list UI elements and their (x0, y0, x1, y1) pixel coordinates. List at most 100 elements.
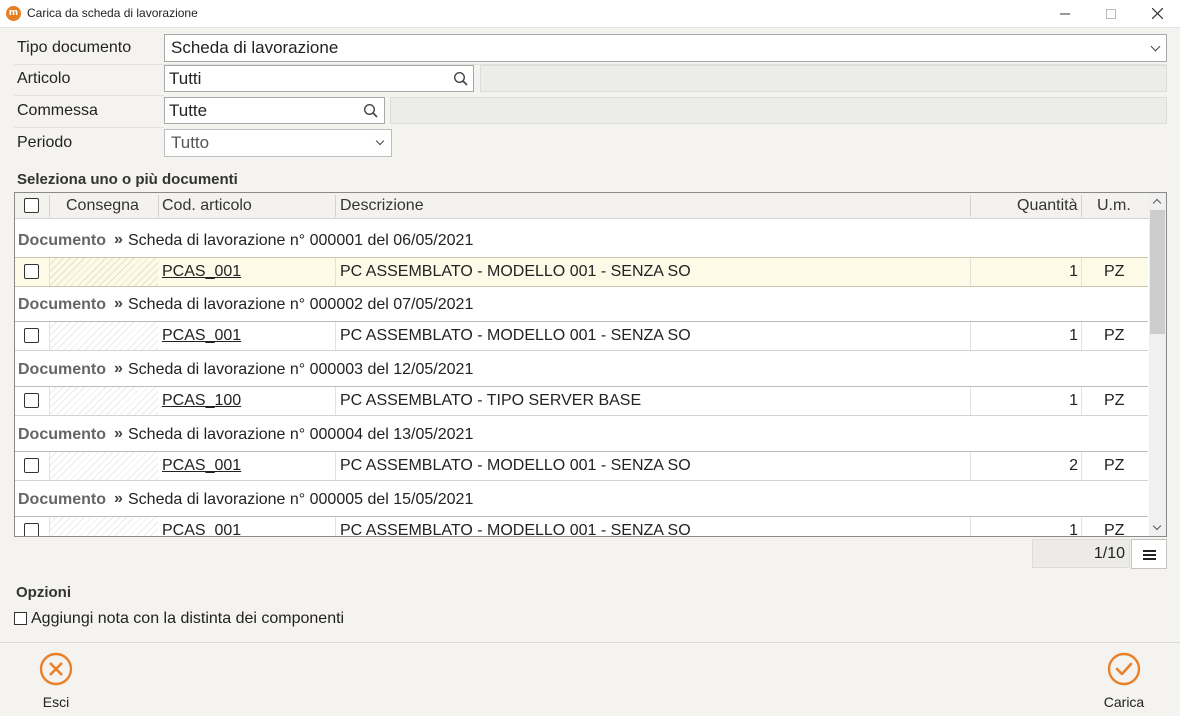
row-checkbox[interactable] (24, 393, 39, 408)
esci-button[interactable]: Esci (37, 652, 75, 710)
description-cell: PC ASSEMBLATO - MODELLO 001 - SENZA SO (340, 457, 691, 474)
divider (14, 127, 164, 128)
chevron-down-icon (375, 136, 385, 146)
article-code-link[interactable]: PCAS_100 (162, 392, 241, 410)
cell-divider (335, 387, 336, 415)
document-group-header: Documento » Scheda di lavorazione n° 000… (15, 484, 1148, 516)
document-separator: » (114, 425, 123, 442)
consegna-cell (50, 322, 158, 350)
unit-cell: PZ (1104, 263, 1125, 280)
document-group-header: Documento » Scheda di lavorazione n° 000… (15, 225, 1148, 257)
search-icon[interactable] (363, 103, 379, 119)
commessa-label: Commessa (17, 102, 98, 119)
maximize-button[interactable] (1088, 0, 1134, 28)
document-separator: » (114, 360, 123, 377)
cell-divider (970, 322, 971, 350)
grid-menu-button[interactable] (1131, 539, 1167, 569)
table-row[interactable]: PCAS_001 PC ASSEMBLATO - MODELLO 001 - S… (15, 257, 1148, 287)
quantity-cell: 1 (1069, 263, 1078, 280)
menu-icon (1143, 550, 1156, 552)
esci-label: Esci (42, 694, 70, 710)
document-label: Documento (18, 426, 106, 443)
select-all-checkbox[interactable] (24, 198, 39, 213)
article-code-link[interactable]: PCAS_001 (162, 327, 241, 345)
column-header-um[interactable]: U.m. (1097, 197, 1131, 215)
search-icon[interactable] (453, 71, 469, 87)
title-bar: m Carica da scheda di lavorazione (0, 0, 1180, 28)
description-cell: PC ASSEMBLATO - MODELLO 001 - SENZA SO (340, 263, 691, 280)
page-indicator: 1/10 (1032, 539, 1130, 568)
documents-section-title: Seleziona uno o più documenti (17, 171, 238, 188)
commessa-input[interactable]: Tutte (164, 97, 385, 124)
carica-button[interactable]: Carica (1100, 652, 1148, 710)
document-title: Scheda di lavorazione n° 000002 del 07/0… (128, 296, 474, 313)
menu-icon-line (1143, 554, 1156, 556)
confirm-check-icon (1107, 652, 1141, 686)
vertical-scrollbar[interactable] (1149, 193, 1166, 536)
consegna-cell (50, 258, 158, 286)
row-checkbox[interactable] (24, 523, 39, 536)
articolo-value: Tutti (169, 69, 202, 88)
article-code-link[interactable]: PCAS_001 (162, 263, 241, 281)
column-header-descrizione[interactable]: Descrizione (340, 197, 424, 215)
document-separator: » (114, 490, 123, 507)
document-label: Documento (18, 361, 106, 378)
chevron-down-icon (1150, 41, 1161, 52)
divider (14, 95, 164, 96)
tipo-documento-label: Tipo documento (17, 39, 132, 56)
maximize-icon (1106, 9, 1116, 19)
tipo-documento-value: Scheda di lavorazione (171, 38, 339, 57)
periodo-select[interactable]: Tutto (164, 129, 392, 157)
document-group-header: Documento » Scheda di lavorazione n° 000… (15, 289, 1148, 321)
document-title: Scheda di lavorazione n° 000003 del 12/0… (128, 361, 474, 378)
row-checkbox[interactable] (24, 264, 39, 279)
unit-cell: PZ (1104, 522, 1125, 537)
quantity-cell: 1 (1069, 522, 1078, 537)
documents-grid[interactable]: Consegna Cod. articolo Descrizione Quant… (14, 192, 1167, 537)
document-label: Documento (18, 232, 106, 249)
scrollbar-thumb[interactable] (1150, 210, 1165, 334)
description-cell: PC ASSEMBLATO - MODELLO 001 - SENZA SO (340, 522, 691, 537)
column-header-cod-articolo[interactable]: Cod. articolo (162, 197, 252, 215)
row-checkbox[interactable] (24, 458, 39, 473)
column-divider (158, 195, 159, 217)
cell-divider (1081, 452, 1082, 480)
scroll-up-icon[interactable] (1152, 198, 1162, 208)
cell-divider (335, 452, 336, 480)
cell-divider (1081, 258, 1082, 286)
scroll-down-icon[interactable] (1152, 521, 1162, 531)
table-row[interactable]: PCAS_100 PC ASSEMBLATO - TIPO SERVER BAS… (15, 386, 1148, 416)
cancel-circle-icon (39, 652, 73, 686)
add-note-label[interactable]: Aggiungi nota con la distinta dei compon… (31, 610, 344, 628)
column-divider (49, 195, 50, 217)
close-icon (1151, 7, 1163, 20)
column-header-consegna[interactable]: Consegna (66, 197, 139, 215)
cell-divider (335, 517, 336, 536)
unit-cell: PZ (1104, 392, 1125, 409)
consegna-cell (50, 452, 158, 480)
cell-divider (970, 258, 971, 286)
article-code-link[interactable]: PCAS_001 (162, 522, 241, 536)
article-code-link[interactable]: PCAS_001 (162, 457, 241, 475)
table-row[interactable]: PCAS_001 PC ASSEMBLATO - MODELLO 001 - S… (15, 516, 1148, 537)
unit-cell: PZ (1104, 457, 1125, 474)
tipo-documento-select[interactable]: Scheda di lavorazione (164, 34, 1167, 62)
document-title: Scheda di lavorazione n° 000005 del 15/0… (128, 491, 474, 508)
consegna-cell (50, 387, 158, 415)
cell-divider (1081, 322, 1082, 350)
cell-divider (1081, 387, 1082, 415)
table-row[interactable]: PCAS_001 PC ASSEMBLATO - MODELLO 001 - S… (15, 451, 1148, 481)
add-note-checkbox[interactable] (14, 612, 27, 625)
minimize-button[interactable] (1042, 0, 1088, 28)
carica-label: Carica (1103, 694, 1145, 710)
document-separator: » (114, 295, 123, 312)
articolo-input[interactable]: Tutti (164, 65, 474, 92)
close-button[interactable] (1134, 0, 1180, 28)
document-title: Scheda di lavorazione n° 000004 del 13/0… (128, 426, 474, 443)
document-group-header: Documento » Scheda di lavorazione n° 000… (15, 354, 1148, 386)
cell-divider (970, 387, 971, 415)
cell-divider (335, 258, 336, 286)
row-checkbox[interactable] (24, 328, 39, 343)
column-header-quantita[interactable]: Quantità (1017, 197, 1077, 215)
table-row[interactable]: PCAS_001 PC ASSEMBLATO - MODELLO 001 - S… (15, 321, 1148, 351)
